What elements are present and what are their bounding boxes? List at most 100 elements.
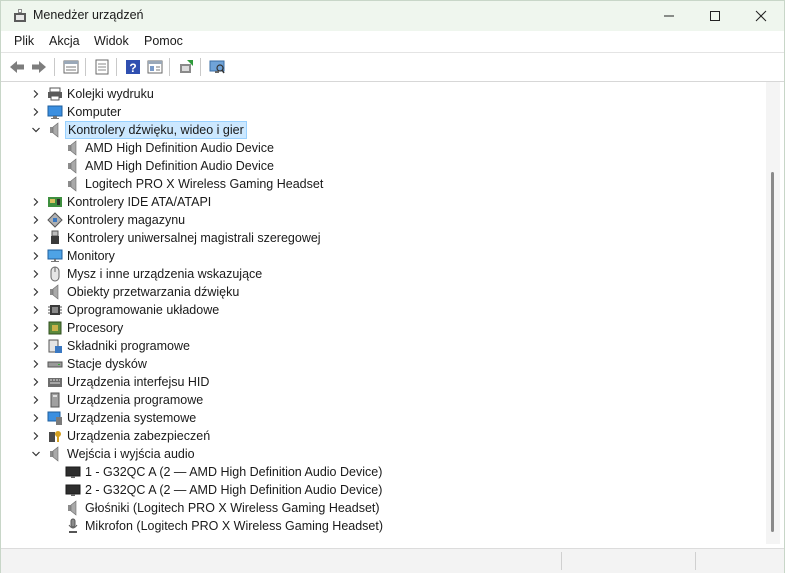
view-icon[interactable] [146, 58, 164, 76]
tree-device-row[interactable]: AMD High Definition Audio Device [5, 157, 745, 175]
chevron-right-icon[interactable] [29, 103, 43, 121]
speaker-icon [68, 176, 77, 192]
tree-item-label: Wejścia i wyjścia audio [67, 447, 195, 461]
storage-controller-icon [47, 212, 63, 228]
menu-plik[interactable]: Plik [14, 34, 34, 48]
tree-device-row[interactable]: Mikrofon (Logitech PRO X Wireless Gaming… [5, 517, 745, 535]
chevron-right-icon[interactable] [29, 85, 43, 103]
speaker-icon [50, 284, 59, 300]
tree-category-row[interactable]: Kolejki wydruku [5, 85, 745, 103]
tree-category-row[interactable]: Oprogramowanie układowe [5, 301, 745, 319]
chevron-right-icon[interactable] [29, 229, 43, 247]
tree-item-label: Urządzenia programowe [67, 393, 204, 407]
speaker-icon [68, 140, 77, 156]
software-device-icon [50, 392, 60, 408]
tree-item-label: Kontrolery dźwięku, wideo i gier [65, 121, 247, 139]
tree-device-row[interactable]: 2 - G32QC A (2 — AMD High Definition Aud… [5, 481, 745, 499]
forward-icon[interactable] [30, 58, 48, 76]
chevron-down-icon[interactable] [29, 121, 43, 139]
back-icon[interactable] [8, 58, 26, 76]
display-audio-icon [65, 466, 81, 478]
tree-device-row[interactable]: Głośniki (Logitech PRO X Wireless Gaming… [5, 499, 745, 517]
disk-drive-icon [47, 361, 63, 368]
window-title: Menedżer urządzeń [33, 8, 144, 22]
tree-item-label: AMD High Definition Audio Device [85, 141, 274, 155]
tree-category-row[interactable]: Stacje dysków [5, 355, 745, 373]
tree-category-row[interactable]: Wejścia i wyjścia audio [5, 445, 745, 463]
scrollbar-thumb[interactable] [771, 172, 774, 532]
tree-category-row[interactable]: Kontrolery uniwersalnej magistrali szere… [5, 229, 745, 247]
tree-device-row[interactable]: Logitech PRO X Wireless Gaming Headset [5, 175, 745, 193]
status-bar-separator [695, 552, 696, 570]
chevron-right-icon[interactable] [29, 301, 43, 319]
tree-category-row[interactable]: Kontrolery magazynu [5, 211, 745, 229]
tree-category-row[interactable]: Urządzenia systemowe [5, 409, 745, 427]
tree-item-label: Kontrolery uniwersalnej magistrali szere… [67, 231, 321, 245]
tree-category-row[interactable]: Procesory [5, 319, 745, 337]
chevron-right-icon[interactable] [29, 319, 43, 337]
document-icon[interactable] [93, 58, 111, 76]
chevron-right-icon[interactable] [29, 193, 43, 211]
processor-icon [48, 321, 62, 335]
mouse-icon [50, 266, 60, 282]
toolbar-separator [169, 58, 170, 76]
tree-category-row[interactable]: Urządzenia programowe [5, 391, 745, 409]
chevron-down-icon[interactable] [29, 445, 43, 463]
tree-category-row[interactable]: Monitory [5, 247, 745, 265]
toolbar-separator [116, 58, 117, 76]
toolbar-separator [85, 58, 86, 76]
tree-item-label: 2 - G32QC A (2 — AMD High Definition Aud… [85, 483, 383, 497]
tree-category-row[interactable]: Mysz i inne urządzenia wskazujące [5, 265, 745, 283]
tree-device-row[interactable]: 1 - G32QC A (2 — AMD High Definition Aud… [5, 463, 745, 481]
monitor-icon [47, 249, 63, 262]
scan-hardware-icon[interactable] [208, 58, 226, 76]
device-tree[interactable]: Kolejki wydruku Komputer Kontrolery dźwięk… [5, 82, 765, 544]
properties-list-icon[interactable] [62, 58, 80, 76]
maximize-icon [710, 11, 720, 21]
display-audio-icon [65, 484, 81, 496]
device-manager-window: Menedżer urządzeń Plik Akcja Widok Pomoc [0, 0, 785, 573]
chevron-right-icon[interactable] [29, 337, 43, 355]
tree-item-label: Oprogramowanie układowe [67, 303, 220, 317]
speaker-icon [50, 122, 59, 138]
menu-widok[interactable]: Widok [94, 34, 129, 48]
chevron-right-icon[interactable] [29, 391, 43, 409]
software-component-icon [48, 339, 62, 353]
tree-item-label: Składniki programowe [67, 339, 190, 353]
close-icon [755, 10, 767, 22]
tree-device-row[interactable]: AMD High Definition Audio Device [5, 139, 745, 157]
tree-category-row[interactable]: Urządzenia interfejsu HID [5, 373, 745, 391]
help-icon[interactable]: ? [124, 58, 142, 76]
system-device-icon [47, 411, 62, 425]
chevron-right-icon[interactable] [29, 247, 43, 265]
title-bar[interactable]: Menedżer urządzeń [1, 1, 784, 31]
menu-akcja[interactable]: Akcja [49, 34, 80, 48]
tree-category-row[interactable]: Kontrolery IDE ATA/ATAPI [5, 193, 745, 211]
close-button[interactable] [738, 1, 784, 31]
toolbar-separator [54, 58, 55, 76]
menu-pomoc[interactable]: Pomoc [144, 34, 183, 48]
tree-item-label: Kolejki wydruku [67, 87, 154, 101]
speaker-icon [50, 446, 59, 462]
tree-category-row[interactable]: Składniki programowe [5, 337, 745, 355]
chevron-right-icon[interactable] [29, 283, 43, 301]
tree-item-label: Głośniki (Logitech PRO X Wireless Gaming… [85, 501, 380, 515]
tree-category-row[interactable]: Obiekty przetwarzania dźwięku [5, 283, 745, 301]
chevron-right-icon[interactable] [29, 373, 43, 391]
tree-category-row[interactable]: Urządzenia zabezpieczeń [5, 427, 745, 445]
chevron-right-icon[interactable] [29, 355, 43, 373]
update-driver-icon[interactable] [177, 58, 195, 76]
minimize-button[interactable] [646, 1, 692, 31]
tree-item-label: Obiekty przetwarzania dźwięku [67, 285, 240, 299]
tree-category-row[interactable]: Kontrolery dźwięku, wideo i gier [5, 121, 745, 139]
vertical-scrollbar[interactable] [766, 82, 780, 544]
chevron-right-icon[interactable] [29, 409, 43, 427]
chevron-right-icon[interactable] [29, 265, 43, 283]
tree-item-label: Mysz i inne urządzenia wskazujące [67, 267, 263, 281]
chevron-right-icon[interactable] [29, 211, 43, 229]
chevron-right-icon[interactable] [29, 427, 43, 445]
tree-item-label: Mikrofon (Logitech PRO X Wireless Gaming… [85, 519, 384, 533]
tree-category-row[interactable]: Komputer [5, 103, 745, 121]
maximize-button[interactable] [692, 1, 738, 31]
tree-item-label: 1 - G32QC A (2 — AMD High Definition Aud… [85, 465, 383, 479]
